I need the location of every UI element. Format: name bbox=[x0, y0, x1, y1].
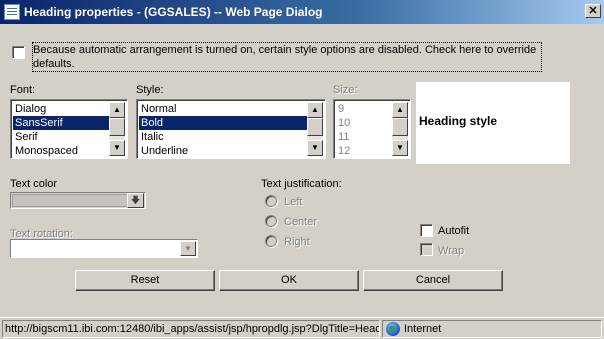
size-option: 10 bbox=[338, 117, 351, 129]
security-zone: Internet bbox=[382, 320, 602, 338]
scroll-thumb[interactable] bbox=[307, 118, 323, 136]
arrow-down-icon[interactable]: 🡇 bbox=[127, 193, 144, 208]
scroll-up-icon[interactable]: ▲ bbox=[307, 102, 323, 118]
text-color-picker[interactable]: 🡇 bbox=[10, 192, 146, 209]
style-option[interactable]: Normal bbox=[139, 102, 307, 116]
preview-text: Heading style bbox=[419, 114, 498, 128]
size-option: 9 bbox=[338, 103, 345, 115]
font-label: Font: bbox=[10, 84, 36, 96]
window-title: Heading properties - (GGSALES) -- Web Pa… bbox=[24, 5, 323, 19]
color-swatch[interactable] bbox=[12, 194, 128, 207]
font-listbox[interactable]: Dialog SansSerif Serif Monospaced ▲ ▼ bbox=[10, 99, 128, 159]
font-option[interactable]: Dialog bbox=[13, 102, 109, 116]
radio-left bbox=[265, 195, 277, 207]
scroll-down-icon[interactable]: ▼ bbox=[109, 140, 125, 156]
scroll-thumb bbox=[392, 118, 408, 136]
font-scrollbar[interactable]: ▲ ▼ bbox=[109, 102, 125, 156]
font-option[interactable]: Serif bbox=[13, 130, 109, 144]
autofit-label: Autofit bbox=[438, 225, 470, 237]
close-button[interactable]: ✕ bbox=[585, 4, 601, 18]
override-label[interactable]: Because automatic arrangement is turned … bbox=[32, 42, 542, 72]
radio-center-label: Center bbox=[284, 216, 318, 228]
scroll-up-icon[interactable]: ▲ bbox=[109, 102, 125, 118]
radio-center bbox=[265, 215, 277, 227]
cancel-button[interactable]: Cancel bbox=[363, 270, 503, 291]
scroll-up-icon: ▲ bbox=[392, 102, 408, 118]
font-option[interactable]: Monospaced bbox=[13, 144, 109, 158]
size-label: Size: bbox=[333, 84, 358, 96]
style-label: Style: bbox=[136, 84, 164, 96]
override-checkbox[interactable] bbox=[12, 46, 25, 59]
size-option: 12 bbox=[338, 145, 351, 157]
radio-right-label: Right bbox=[284, 236, 310, 248]
size-listbox: 9 10 11 12 ▲ ▼ bbox=[333, 99, 411, 159]
size-scrollbar: ▲ ▼ bbox=[392, 102, 408, 156]
radio-right bbox=[265, 235, 277, 247]
scroll-down-icon[interactable]: ▼ bbox=[307, 140, 323, 156]
status-bar: http://bigscm11.ibi.com:12480/ibi_apps/a… bbox=[0, 317, 604, 339]
style-option[interactable]: Italic bbox=[139, 130, 307, 144]
wrap-label: Wrap bbox=[438, 245, 465, 257]
font-option[interactable]: SansSerif bbox=[13, 116, 109, 130]
zone-label: Internet bbox=[404, 323, 442, 335]
style-listbox[interactable]: Normal Bold Italic Underline ▲ ▼ bbox=[136, 99, 326, 159]
dialog-icon bbox=[4, 4, 20, 20]
reset-button[interactable]: Reset bbox=[75, 270, 215, 291]
status-url: http://bigscm11.ibi.com:12480/ibi_apps/a… bbox=[2, 320, 380, 338]
wrap-checkbox bbox=[420, 243, 433, 256]
size-option: 11 bbox=[338, 131, 350, 143]
scroll-thumb[interactable] bbox=[109, 118, 125, 136]
justification-label: Text justification: bbox=[261, 178, 342, 190]
autofit-checkbox[interactable] bbox=[420, 224, 433, 237]
globe-icon bbox=[386, 322, 400, 336]
ok-button[interactable]: OK bbox=[219, 270, 359, 291]
style-option[interactable]: Underline bbox=[139, 144, 307, 158]
heading-preview: Heading style bbox=[416, 82, 570, 164]
radio-left-label: Left bbox=[284, 196, 303, 208]
chevron-down-icon: ▼ bbox=[180, 241, 196, 256]
scroll-down-icon: ▼ bbox=[392, 140, 408, 156]
text-rotation-select: ▼ bbox=[10, 239, 198, 258]
title-bar: Heading properties - (GGSALES) -- Web Pa… bbox=[0, 0, 604, 24]
text-color-label: Text color bbox=[10, 178, 58, 190]
style-option[interactable]: Bold bbox=[139, 116, 307, 130]
style-scrollbar[interactable]: ▲ ▼ bbox=[307, 102, 323, 156]
